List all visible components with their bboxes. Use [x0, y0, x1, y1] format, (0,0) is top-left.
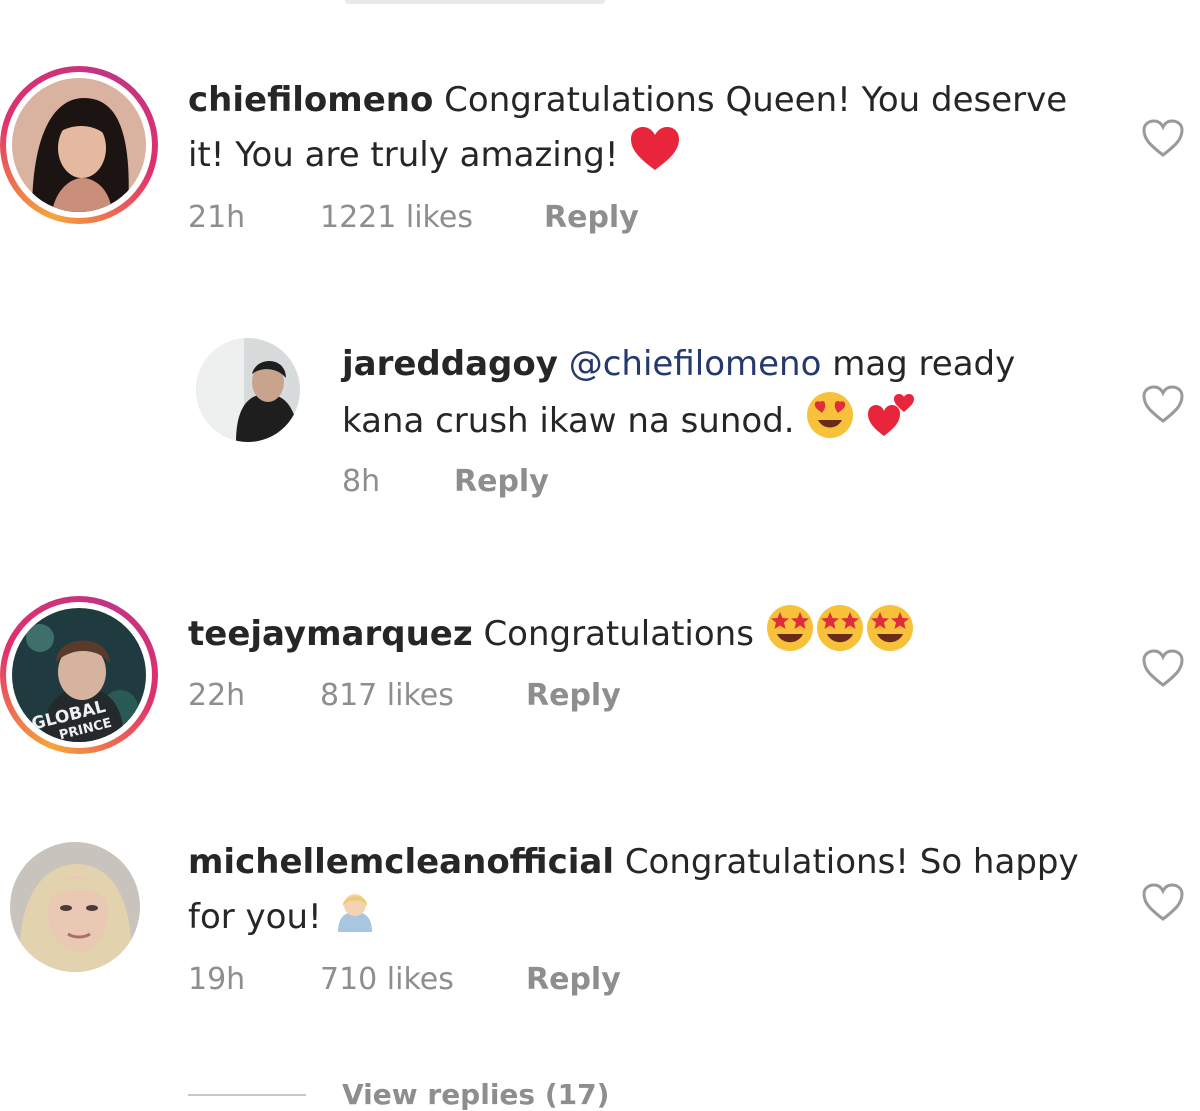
comment-likes[interactable]: 1221 likes — [320, 200, 473, 235]
comment-body-line2: kana crush ikaw na sunod. — [342, 401, 795, 441]
view-replies-button[interactable]: View replies (17) — [342, 1078, 609, 1111]
two-hearts-emoji — [866, 390, 916, 455]
reply-button[interactable]: Reply — [454, 464, 549, 499]
comment-body: Congratulations — [483, 614, 754, 654]
comment-time: 8h — [342, 464, 381, 499]
avatar[interactable] — [10, 842, 140, 972]
comment-username[interactable]: jareddagoy — [342, 344, 558, 384]
blond-person-emoji — [332, 888, 378, 949]
comment-username[interactable]: teejaymarquez — [188, 614, 473, 654]
comment-text: teejaymarquez Congratulations — [188, 603, 1108, 668]
comment-body: Congratulations Queen! You deserve — [444, 80, 1068, 120]
red-heart-emoji — [629, 126, 681, 187]
comment-likes[interactable]: 817 likes — [320, 678, 454, 713]
comment-likes[interactable]: 710 likes — [320, 962, 454, 997]
reply-button[interactable]: Reply — [544, 200, 639, 235]
comment-body: mag ready — [832, 344, 1016, 384]
avatar[interactable]: GLOBAL PRINCE — [12, 608, 146, 742]
star-struck-emoji — [865, 603, 915, 668]
comment-text: michellemcleanofficial Congratulations! … — [188, 836, 1108, 949]
comment-time: 19h — [188, 962, 246, 997]
comment-time: 22h — [188, 678, 246, 713]
mention-link[interactable]: @chiefilomeno — [569, 344, 822, 384]
comment-text: jareddagoy @chiefilomeno mag ready kana … — [342, 338, 1102, 455]
reply-button[interactable]: Reply — [526, 962, 621, 997]
heart-icon[interactable] — [1141, 384, 1185, 424]
view-replies-divider — [188, 1094, 306, 1096]
avatar[interactable] — [12, 78, 146, 212]
previous-comment-fade — [345, 0, 605, 4]
star-struck-emoji — [815, 603, 865, 668]
reply-button[interactable]: Reply — [526, 678, 621, 713]
comment-body-line2: for you! — [188, 897, 322, 937]
heart-icon[interactable] — [1141, 118, 1185, 158]
comment-time: 21h — [188, 200, 246, 235]
star-struck-emoji — [765, 603, 815, 668]
comment-body-line2: it! You are truly amazing! — [188, 135, 619, 175]
comment-username[interactable]: michellemcleanofficial — [188, 842, 614, 882]
heart-icon[interactable] — [1141, 648, 1185, 688]
avatar[interactable] — [196, 338, 300, 442]
heart-icon[interactable] — [1141, 882, 1185, 922]
comment-username[interactable]: chiefilomeno — [188, 80, 433, 120]
comment-body: Congratulations! So happy — [624, 842, 1079, 882]
comment-text: chiefilomeno Congratulations Queen! You … — [188, 74, 1108, 187]
heart-eyes-emoji — [805, 390, 855, 455]
